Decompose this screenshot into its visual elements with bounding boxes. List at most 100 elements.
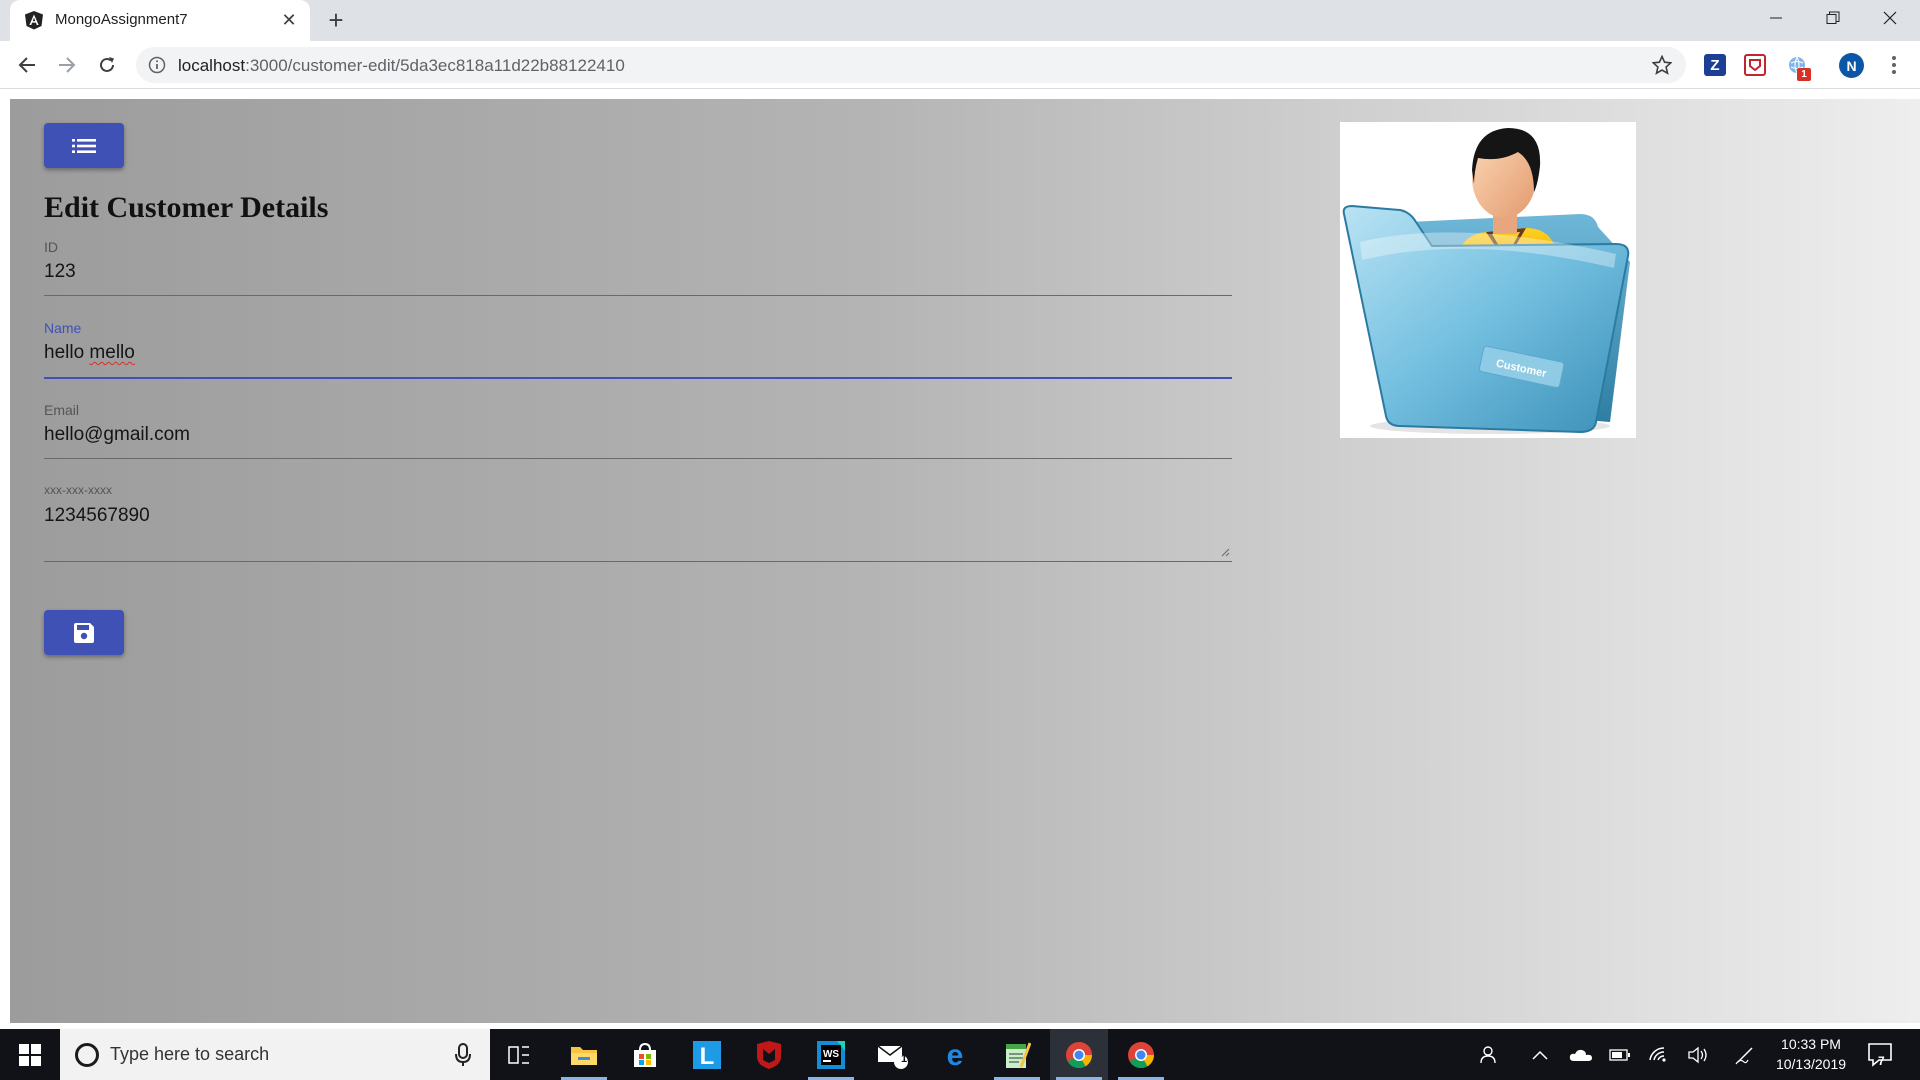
zotero-extension-icon[interactable]: Z [1704, 54, 1726, 76]
svg-text:L: L [700, 1043, 715, 1069]
name-field-label: Name [44, 320, 82, 336]
content-panel: Edit Customer Details ID 123 Name hello … [10, 99, 1920, 1023]
system-clock[interactable]: 10:33 PM 10/13/2019 [1766, 1034, 1856, 1074]
name-field[interactable]: Name hello mello [44, 320, 1232, 379]
battery-icon[interactable] [1607, 1043, 1633, 1067]
start-button[interactable] [0, 1029, 60, 1080]
email-field-label: Email [44, 402, 80, 418]
profile-avatar[interactable]: N [1839, 53, 1864, 78]
restore-button[interactable] [1805, 0, 1861, 36]
angular-icon [25, 11, 43, 30]
extension-badge: 1 [1797, 68, 1811, 81]
mcafee-shield-icon [757, 1040, 781, 1069]
phone-textarea[interactable]: 1234567890 [44, 505, 1232, 531]
floppy-disk-icon [74, 622, 94, 643]
browser-tab[interactable]: MongoAssignment7 ✕ [10, 0, 310, 41]
taskbar-app-l[interactable]: L [678, 1029, 736, 1080]
onedrive-icon[interactable] [1568, 1043, 1594, 1067]
task-view-icon [508, 1045, 529, 1064]
people-icon[interactable] [1478, 1043, 1502, 1067]
minimize-icon [1770, 17, 1782, 19]
browser-menu-icon[interactable] [1884, 53, 1904, 77]
wifi-icon[interactable] [1646, 1043, 1672, 1067]
id-field[interactable]: ID 123 [44, 239, 1232, 296]
tab-strip: MongoAssignment7 ✕ + [0, 0, 1920, 41]
tab-title: MongoAssignment7 [55, 11, 188, 28]
task-view-button[interactable] [490, 1029, 548, 1080]
close-window-button[interactable] [1862, 0, 1918, 36]
microphone-icon[interactable] [455, 1043, 471, 1067]
volume-icon[interactable] [1685, 1043, 1711, 1067]
back-button[interactable] [12, 50, 42, 80]
taskbar-search-box[interactable]: Type here to search [60, 1029, 490, 1080]
taskbar-search-placeholder: Type here to search [110, 1044, 270, 1064]
name-input[interactable]: hello mello [44, 342, 1232, 368]
taskbar-edge[interactable]: e [926, 1029, 984, 1080]
mail-badge: 13 [901, 1053, 914, 1065]
customer-folder-image: Customer [1340, 122, 1636, 438]
new-tab-button[interactable]: + [322, 7, 350, 35]
store-icon [634, 1042, 656, 1067]
reload-button[interactable] [92, 50, 122, 80]
email-input[interactable]: hello@gmail.com [44, 424, 1232, 450]
mcafee-extension-icon[interactable] [1744, 54, 1766, 76]
close-tab-icon[interactable]: ✕ [278, 9, 300, 31]
page-viewport: Edit Customer Details ID 123 Name hello … [0, 89, 1920, 1029]
forward-arrow-icon [59, 57, 76, 73]
taskbar-file-explorer[interactable] [555, 1029, 613, 1080]
list-icon [72, 138, 96, 153]
clock-date: 10/13/2019 [1775, 1056, 1847, 1072]
clock-time: 10:33 PM [1781, 1036, 1841, 1052]
chrome-icon [1128, 1041, 1155, 1068]
email-field-underline [44, 458, 1232, 459]
show-hidden-icons-icon[interactable] [1528, 1043, 1552, 1067]
address-bar[interactable]: localhost:3000/customer-edit/5da3ec818a1… [136, 47, 1686, 83]
windows-taskbar: Type here to search L WS 13 e 10:33 PM 1… [0, 1029, 1920, 1080]
taskbar-chrome[interactable] [1112, 1029, 1170, 1080]
page-title: Edit Customer Details [44, 191, 329, 224]
taskbar-mail[interactable]: 13 [864, 1029, 922, 1080]
taskbar-notepad[interactable] [988, 1029, 1046, 1080]
phone-field-underline [44, 561, 1232, 562]
name-field-underline [44, 377, 1232, 379]
info-icon [148, 56, 166, 74]
reload-icon [100, 57, 114, 72]
url-text: localhost:3000/customer-edit/5da3ec818a1… [178, 56, 625, 76]
phone-field[interactable]: xxx-xxx-xxxx 1234567890 [44, 483, 1232, 562]
url-host: localhost [178, 56, 246, 75]
chrome-icon [1066, 1041, 1093, 1068]
name-misspelled-word: mello [89, 342, 135, 363]
bookmark-star-icon[interactable] [1652, 55, 1672, 75]
url-path: :3000/customer-edit/5da3ec818a11d22b8812… [245, 56, 625, 75]
email-field[interactable]: Email hello@gmail.com [44, 402, 1232, 459]
taskbar-store[interactable] [616, 1029, 674, 1080]
windows-logo-icon [19, 1043, 41, 1066]
name-input-text: hello [44, 342, 90, 363]
file-explorer-icon [571, 1046, 597, 1065]
svg-text:WS: WS [823, 1049, 839, 1060]
pen-ink-icon[interactable] [1732, 1043, 1758, 1067]
taskbar-chrome-active[interactable] [1050, 1029, 1108, 1080]
back-arrow-icon [18, 57, 35, 73]
svg-text:e: e [947, 1041, 964, 1069]
cortana-icon [75, 1043, 99, 1067]
save-button[interactable] [44, 610, 124, 655]
id-input[interactable]: 123 [44, 261, 1232, 287]
taskbar-mcafee[interactable] [740, 1029, 798, 1080]
taskbar-webstorm[interactable]: WS [802, 1029, 860, 1080]
resize-handle-icon[interactable] [1220, 547, 1230, 557]
customer-folder-illustration: Customer [1342, 128, 1630, 434]
webstorm-icon: WS [817, 1040, 845, 1069]
letter-l-app-icon: L [693, 1040, 721, 1069]
minimize-button[interactable] [1748, 0, 1804, 36]
close-icon [1883, 11, 1897, 25]
forward-button[interactable] [52, 50, 82, 80]
notification-count: 7 [1878, 1054, 1885, 1068]
restore-icon [1826, 11, 1840, 24]
shield-icon [1749, 59, 1761, 71]
edge-icon: e [947, 1041, 964, 1069]
notepad-icon [1006, 1041, 1031, 1068]
id-field-label: ID [44, 239, 58, 255]
id-field-underline [44, 295, 1232, 296]
customer-list-button[interactable] [44, 123, 124, 168]
